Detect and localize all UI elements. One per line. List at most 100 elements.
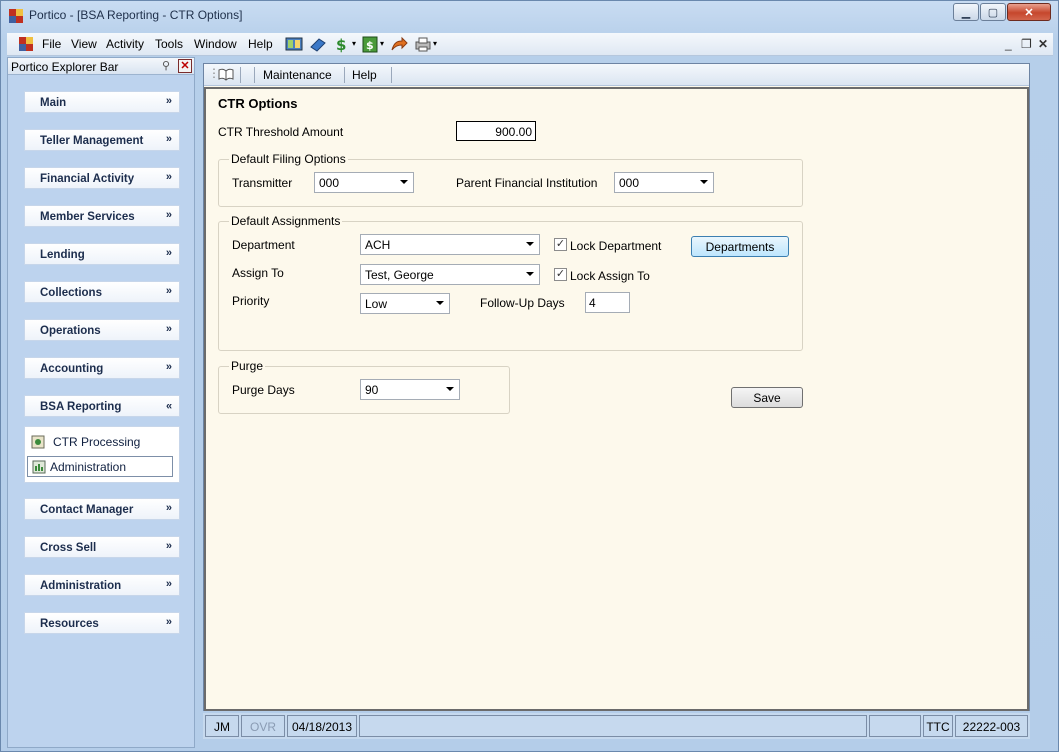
administration-icon (32, 460, 46, 474)
dropdown-arrow-icon (700, 180, 708, 184)
purge-title: Purge (229, 359, 266, 373)
nav-group-member-services[interactable]: Member Services » (24, 205, 180, 227)
nav-group-financial-activity[interactable]: Financial Activity » (24, 167, 180, 189)
status-message (359, 715, 867, 737)
chevron-down-icon: » (165, 540, 172, 552)
nav-group-contact-manager[interactable]: Contact Manager » (24, 498, 180, 520)
lock-assign-to-checkbox[interactable]: ✓ (554, 268, 567, 281)
menu-maintenance[interactable]: Maintenance (263, 68, 332, 82)
teller-toolbar-icon[interactable] (309, 36, 327, 53)
nav-group-main[interactable]: Main » (24, 91, 180, 113)
close-button[interactable]: ✕ (1007, 3, 1051, 21)
nav-group-cross-sell[interactable]: Cross Sell » (24, 536, 180, 558)
chevron-down-icon: » (165, 209, 172, 221)
nav-group-teller-management[interactable]: Teller Management » (24, 129, 180, 151)
minimize-button[interactable]: ▁ (953, 3, 979, 21)
transmitter-select[interactable]: 000 (314, 172, 414, 193)
menu-tools[interactable]: Tools (155, 37, 183, 51)
money-toolbar-icon[interactable]: $ (333, 36, 351, 53)
nav-item-ctr-processing[interactable]: CTR Processing (31, 434, 171, 452)
lock-department-label: Lock Department (570, 239, 662, 253)
assign-to-label: Assign To (232, 266, 284, 280)
chevron-down-icon: » (165, 95, 172, 107)
app-window: Portico - [BSA Reporting - CTR Options] … (0, 0, 1059, 752)
nav-group-label: Lending (40, 249, 85, 261)
form-area: CTR Options CTR Threshold Amount 900.00 … (204, 87, 1029, 711)
explorer-close-icon[interactable]: ✕ (178, 59, 192, 73)
chevron-down-icon: » (165, 247, 172, 259)
nav-group-label: Cross Sell (40, 542, 97, 554)
mdi-minimize-icon[interactable]: _ (1005, 37, 1012, 51)
threshold-amount-input[interactable]: 900.00 (456, 121, 536, 141)
money-dropdown-icon[interactable]: ▾ (352, 39, 356, 48)
mdi-close-icon[interactable]: ✕ (1038, 37, 1048, 51)
forward-arrow-icon[interactable] (390, 36, 408, 53)
chevron-down-icon: » (165, 323, 172, 335)
follow-up-days-input[interactable]: 4 (585, 292, 630, 313)
nav-group-collections[interactable]: Collections » (24, 281, 180, 303)
dropdown-arrow-icon (526, 242, 534, 246)
chevron-down-icon: » (165, 616, 172, 628)
printer-dropdown-icon[interactable]: ▾ (433, 39, 437, 48)
pin-icon[interactable]: ⚲ (162, 59, 176, 73)
priority-select[interactable]: Low (360, 293, 450, 314)
nav-group-label: Financial Activity (40, 173, 135, 185)
purge-days-label: Purge Days (232, 383, 295, 397)
menu-bar: File View Activity Tools Window Help $ ▾… (7, 33, 1053, 56)
priority-value: Low (365, 297, 388, 311)
chevron-down-icon: » (165, 361, 172, 373)
nav-group-resources[interactable]: Resources » (24, 612, 180, 634)
nav-group-administration[interactable]: Administration » (24, 574, 180, 596)
follow-up-days-label: Follow-Up Days (480, 296, 565, 310)
menu-window[interactable]: Window (194, 37, 237, 51)
parent-fi-value: 000 (619, 176, 640, 190)
menu-activity[interactable]: Activity (106, 37, 144, 51)
lock-department-checkbox[interactable]: ✓ (554, 238, 567, 251)
menu-file[interactable]: File (42, 37, 61, 51)
cash-dropdown-icon[interactable]: ▾ (380, 39, 384, 48)
priority-label: Priority (232, 294, 270, 308)
nav-group-lending[interactable]: Lending » (24, 243, 180, 265)
mdi-restore-icon[interactable]: ❐ (1021, 37, 1032, 51)
department-label: Department (232, 238, 295, 252)
lock-assign-to-label: Lock Assign To (570, 269, 650, 283)
default-assignments-title: Default Assignments (229, 214, 343, 228)
nav-group-label: Administration (40, 580, 122, 592)
title-bar: Portico - [BSA Reporting - CTR Options] … (1, 1, 1058, 31)
ctr-processing-icon (31, 435, 45, 449)
printer-icon[interactable] (414, 36, 432, 53)
nav-group-label: Resources (40, 618, 99, 630)
maximize-button[interactable]: ▢ (980, 3, 1006, 21)
department-value: ACH (365, 238, 391, 252)
nav-group-bsa-reporting[interactable]: BSA Reporting » (24, 395, 180, 417)
departments-button[interactable]: Departments (691, 236, 789, 257)
nav-group-operations[interactable]: Operations » (24, 319, 180, 341)
chevron-down-icon: » (165, 502, 172, 514)
book-icon[interactable] (218, 67, 234, 82)
child-menu-bar: ⋮ Maintenance Help (204, 64, 1029, 86)
parent-fi-select[interactable]: 000 (614, 172, 714, 193)
cash-toolbar-icon[interactable]: $ (361, 36, 379, 53)
threshold-label: CTR Threshold Amount (218, 125, 344, 139)
portico-menu-icon[interactable] (19, 37, 33, 51)
explorer-bar: Portico Explorer Bar ⚲ ✕ Main » Teller Ma… (7, 57, 195, 748)
nav-group-accounting[interactable]: Accounting » (24, 357, 180, 379)
department-select[interactable]: ACH (360, 234, 540, 255)
status-date: 04/18/2013 (287, 715, 357, 737)
menu-child-help[interactable]: Help (352, 68, 377, 82)
save-button[interactable]: Save (731, 387, 803, 408)
chevron-up-icon: » (165, 400, 172, 412)
chevron-down-icon: » (165, 171, 172, 183)
status-user: JM (205, 715, 239, 737)
dropdown-arrow-icon (400, 180, 408, 184)
menu-help[interactable]: Help (248, 37, 273, 51)
menu-view[interactable]: View (71, 37, 97, 51)
explorer-toolbar-icon[interactable] (285, 36, 303, 53)
filing-options-title: Default Filing Options (229, 152, 348, 166)
assign-to-select[interactable]: Test, George (360, 264, 540, 285)
nav-item-label: CTR Processing (53, 435, 141, 449)
purge-days-select[interactable]: 90 (360, 379, 460, 400)
transmitter-label: Transmitter (232, 176, 293, 190)
page-title: CTR Options (218, 96, 298, 111)
nav-item-administration-selected[interactable]: Administration (27, 456, 173, 477)
